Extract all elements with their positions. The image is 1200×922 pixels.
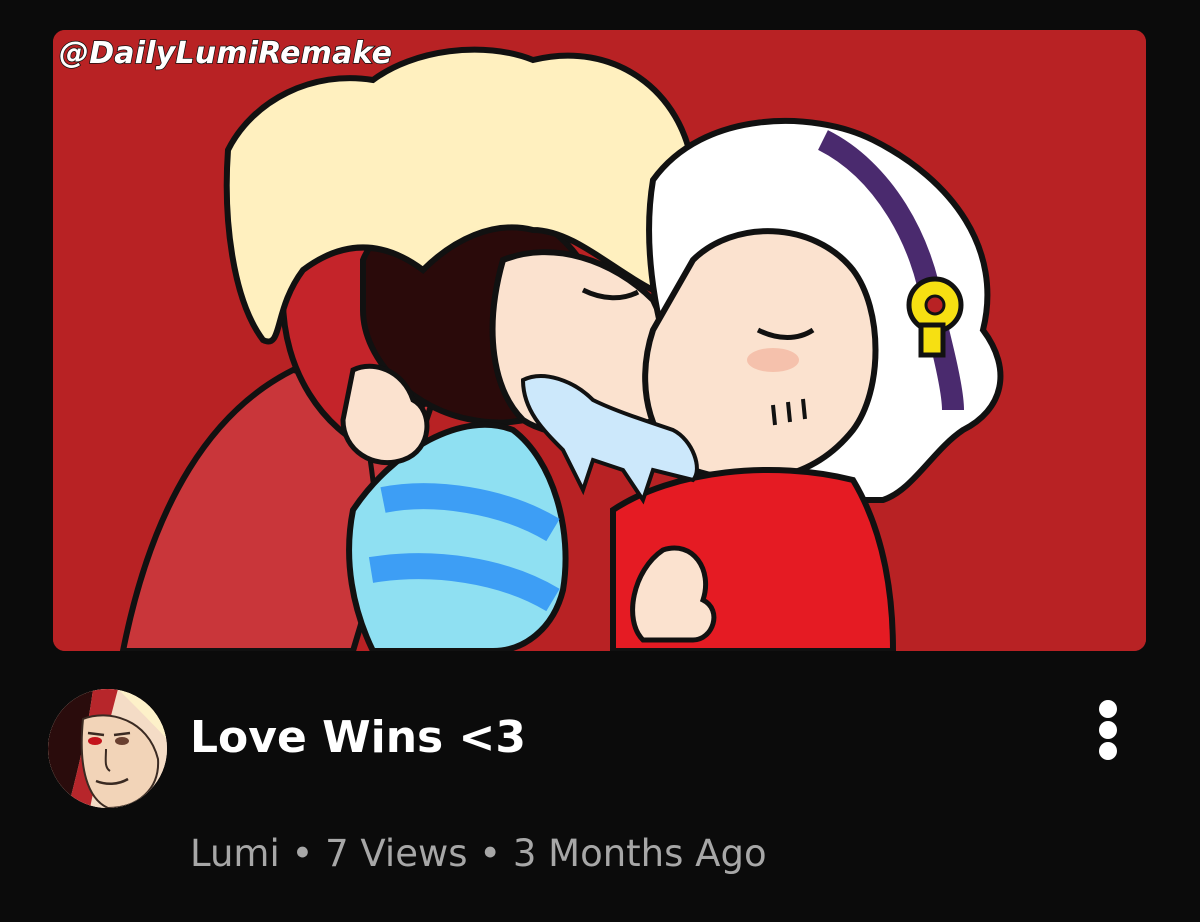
video-title[interactable]: Love Wins <3 [190, 712, 526, 763]
menu-dot [1099, 700, 1117, 718]
view-count: 7 Views [325, 832, 468, 875]
avatar-image [48, 689, 167, 808]
kebab-menu-icon[interactable] [1088, 696, 1128, 762]
menu-dot [1099, 721, 1117, 739]
menu-dot [1099, 742, 1117, 760]
video-meta: Lumi • 7 Views • 3 Months Ago [190, 832, 767, 875]
thumbnail-illustration [53, 30, 1146, 651]
video-thumbnail[interactable]: @DailyLumiRemake [53, 30, 1146, 651]
thumbnail-watermark: @DailyLumiRemake [58, 35, 393, 72]
meta-separator: • [479, 832, 502, 875]
channel-name[interactable]: Lumi [190, 832, 280, 875]
channel-avatar[interactable] [48, 689, 167, 808]
meta-separator: • [291, 832, 314, 875]
upload-age: 3 Months Ago [512, 832, 767, 875]
